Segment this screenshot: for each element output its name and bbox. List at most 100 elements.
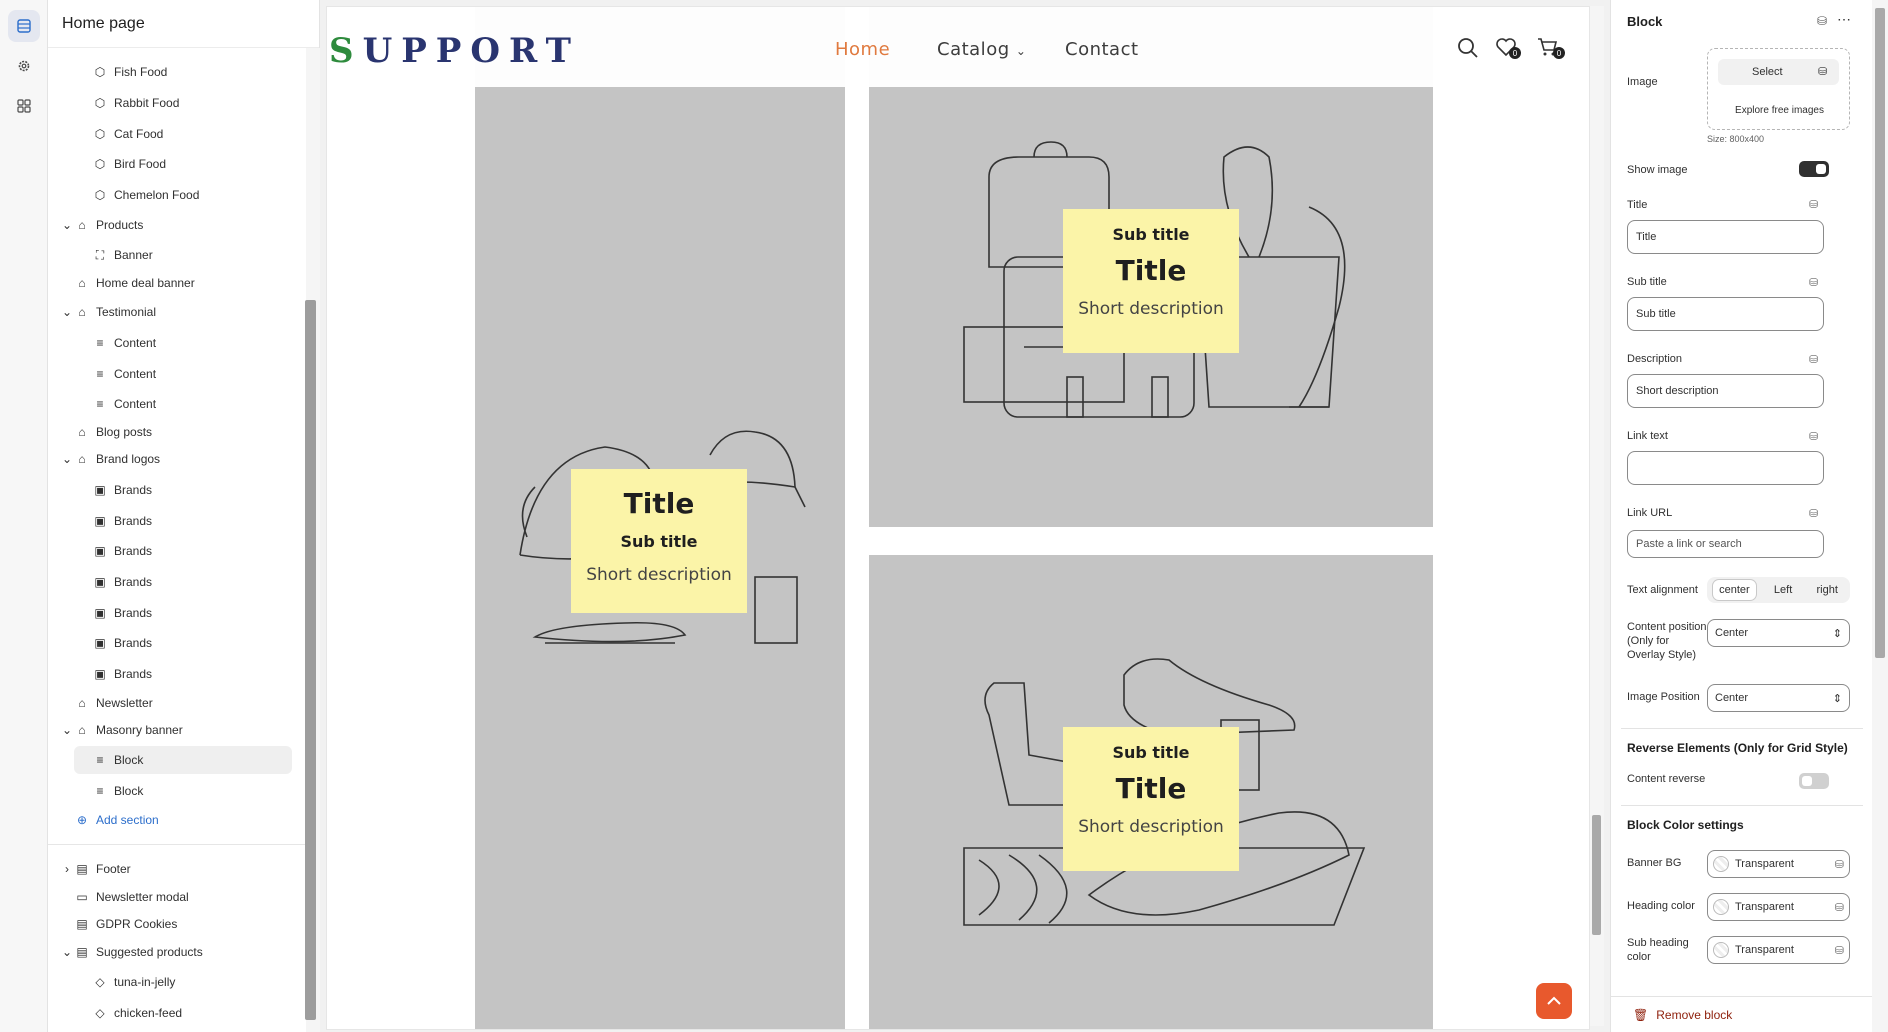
database-icon[interactable]: ⛁ (1809, 430, 1818, 443)
tree-item-fish-food[interactable]: ⬡ Fish Food (92, 58, 168, 86)
more-options-icon[interactable]: ⋯ (1837, 11, 1851, 28)
database-icon[interactable]: ⛁ (1835, 901, 1844, 914)
description-input[interactable]: Short description (1627, 374, 1824, 408)
link-text-input[interactable] (1627, 451, 1824, 485)
tree-item-brands[interactable]: ▣ Brands (92, 660, 152, 688)
database-icon[interactable]: ⛁ (1835, 858, 1844, 871)
tree-item-brands[interactable]: ▣ Brands (92, 629, 152, 657)
cart-icon[interactable]: 0 (1537, 37, 1565, 62)
content-position-select[interactable]: Center ⇕ (1707, 619, 1850, 647)
banner-bg-color-input[interactable]: Transparent ⛁ (1707, 850, 1850, 878)
tree-item-bird-food[interactable]: ⬡ Bird Food (92, 150, 166, 178)
database-icon[interactable]: ⛁ (1809, 353, 1818, 366)
tree-item-gdpr-cookies[interactable]: ▤ GDPR Cookies (74, 910, 177, 938)
database-icon[interactable]: ⛁ (1809, 507, 1818, 520)
tree-item-newsletter[interactable]: ⌂ Newsletter (74, 689, 152, 717)
preview-scrollbar-thumb[interactable] (1592, 815, 1601, 935)
explore-free-images-link[interactable]: Explore free images (1708, 105, 1851, 116)
tree-item-block[interactable]: ≡ Block (92, 777, 143, 805)
tree-item-testimonial[interactable]: ⌄ ⌂ Testimonial (60, 298, 156, 326)
chevron-down-icon[interactable]: ⌄ (60, 723, 74, 737)
tree-item-home-deal-banner[interactable]: ⌂ Home deal banner (74, 269, 194, 297)
tree-item-content[interactable]: ≡ Content (92, 360, 156, 388)
subheading-color-input[interactable]: Transparent ⛁ (1707, 936, 1850, 964)
storefront-preview: SUPPORT Home Catalog ⌄ Contact 0 0 Title… (326, 6, 1590, 1030)
chevron-down-icon[interactable]: ⌄ (60, 452, 74, 466)
tree-item-cat-food[interactable]: ⬡ Cat Food (92, 120, 164, 148)
masonry-block-left[interactable]: Title Sub title Short description (475, 7, 845, 1029)
nav-home[interactable]: Home (835, 39, 890, 60)
tree-item-products[interactable]: ⌄ ⌂ Products (60, 211, 143, 239)
description-label: Description (1627, 353, 1683, 365)
tree-item-brands[interactable]: ▣ Brands (92, 507, 152, 535)
tree-item-chemelon-food[interactable]: ⬡ Chemelon Food (92, 181, 200, 209)
house-icon: ⌂ (78, 425, 86, 439)
align-center-option[interactable]: center (1713, 580, 1756, 600)
masonry-block-bottom-right[interactable]: Sub title Title Short description (869, 555, 1433, 1029)
tree-item-rabbit-food[interactable]: ⬡ Rabbit Food (92, 89, 180, 117)
tree-item-brands[interactable]: ▣ Brands (92, 537, 152, 565)
database-icon[interactable]: ⛁ (1809, 276, 1818, 289)
search-icon[interactable] (1457, 37, 1479, 64)
house-icon: ⌂ (78, 276, 86, 290)
tree-item-brands[interactable]: ▣ Brands (92, 599, 152, 627)
image-icon: ▣ (94, 514, 106, 528)
image-size-hint: Size: 800x400 (1707, 134, 1765, 144)
toggle-knob (1816, 164, 1826, 174)
chevron-up-icon (1547, 996, 1561, 1005)
subtitle-input[interactable]: Sub title (1627, 297, 1824, 331)
tree-item-content[interactable]: ≡ Content (92, 329, 156, 357)
trash-icon: 🗑 (1633, 1007, 1649, 1022)
tree-item-suggested-products[interactable]: ⌄ ▤ Suggested products (60, 938, 203, 966)
chevron-down-icon[interactable]: ⌄ (60, 305, 74, 319)
tree-item-banner[interactable]: ⛶ Banner (92, 241, 153, 269)
scroll-to-top-button[interactable] (1536, 983, 1572, 1019)
sections-icon[interactable] (8, 10, 40, 42)
show-image-toggle[interactable] (1799, 161, 1829, 177)
remove-block-button[interactable]: 🗑 Remove block (1611, 996, 1873, 1032)
nav-catalog[interactable]: Catalog ⌄ (937, 39, 1026, 60)
database-icon[interactable]: ⛁ (1817, 14, 1827, 28)
database-icon[interactable]: ⛁ (1809, 198, 1818, 211)
tree-item-masonry-banner[interactable]: ⌄ ⌂ Masonry banner (60, 716, 183, 744)
image-icon: ▣ (94, 544, 106, 558)
text-lines-icon: ≡ (96, 784, 104, 798)
gear-icon[interactable] (8, 50, 40, 82)
tree-item-brand-logos[interactable]: ⌄ ⌂ Brand logos (60, 445, 160, 473)
apps-icon[interactable] (8, 90, 40, 122)
block-description: Short description (586, 565, 732, 585)
modal-icon: ▭ (76, 890, 88, 904)
tree-item-chicken-feed[interactable]: ◇ chicken-feed (92, 999, 182, 1027)
reverse-elements-heading: Reverse Elements (Only for Grid Style) (1627, 741, 1848, 755)
tree-item-block-selected[interactable]: ≡ Block (74, 746, 292, 774)
tree-item-footer[interactable]: › ▤ Footer (60, 855, 131, 883)
text-lines-icon: ≡ (96, 397, 104, 411)
database-icon[interactable]: ⛁ (1818, 65, 1827, 78)
store-logo[interactable]: SUPPORT (329, 31, 580, 71)
chevron-down-icon[interactable]: ⌄ (60, 218, 74, 232)
tree-item-newsletter-modal[interactable]: ▭ Newsletter modal (74, 883, 188, 911)
tag-icon: ◇ (95, 975, 105, 989)
nav-contact[interactable]: Contact (1065, 39, 1139, 60)
sidebar-scrollbar-thumb[interactable] (305, 300, 316, 1020)
block-description: Short description (1078, 817, 1224, 837)
wishlist-icon[interactable]: 0 (1495, 37, 1521, 62)
title-input[interactable]: Title (1627, 220, 1824, 254)
house-icon: ⌂ (78, 696, 86, 710)
database-icon[interactable]: ⛁ (1835, 944, 1844, 957)
chevron-right-icon[interactable]: › (60, 862, 74, 876)
tree-item-content[interactable]: ≡ Content (92, 390, 156, 418)
align-left-option[interactable]: Left (1768, 580, 1798, 600)
tree-item-blog-posts[interactable]: ⌂ Blog posts (74, 418, 152, 446)
tree-item-brands[interactable]: ▣ Brands (92, 568, 152, 596)
tree-item-tuna-in-jelly[interactable]: ◇ tuna-in-jelly (92, 968, 175, 996)
content-reverse-toggle[interactable] (1799, 773, 1829, 789)
heading-color-input[interactable]: Transparent ⛁ (1707, 893, 1850, 921)
link-url-input[interactable]: Paste a link or search (1627, 530, 1824, 558)
image-position-select[interactable]: Center ⇕ (1707, 684, 1850, 712)
align-right-option[interactable]: right (1810, 580, 1843, 600)
add-section-button[interactable]: ⊕ Add section (74, 806, 159, 834)
chevron-down-icon[interactable]: ⌄ (60, 945, 74, 959)
tree-item-brands[interactable]: ▣ Brands (92, 476, 152, 504)
panel-scrollbar-thumb[interactable] (1875, 8, 1885, 658)
